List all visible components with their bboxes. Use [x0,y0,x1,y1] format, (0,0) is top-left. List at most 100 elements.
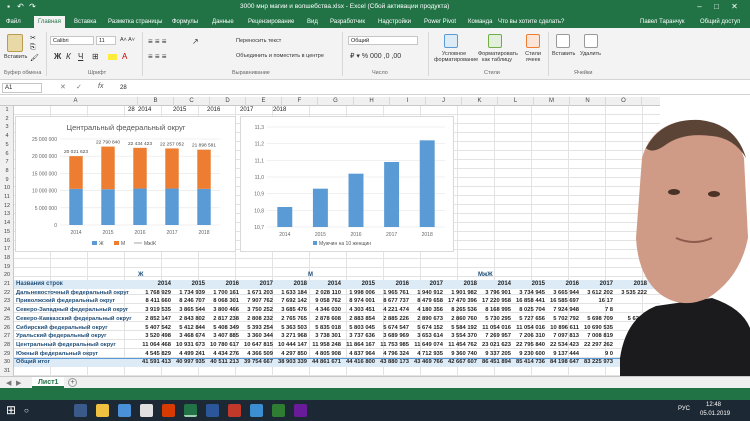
pivot-value-cell[interactable]: 7 8 [580,306,613,315]
pivot-value-cell[interactable]: 1 700 161 [206,289,239,298]
search-icon[interactable]: ○ [24,406,29,415]
pivot-value-cell[interactable]: 8 025 704 [512,306,545,315]
close-icon[interactable]: ✕ [730,2,739,11]
scroll-right-icon[interactable]: ▶ [16,379,21,387]
pivot-value-cell[interactable]: 4 499 241 [172,350,205,359]
pivot-value-cell[interactable]: 4 221 474 [376,306,409,315]
pivot-value-cell[interactable]: 3 407 885 [206,332,239,341]
pivot-value-cell[interactable]: 1 901 982 [444,289,477,298]
pivot-value-cell[interactable]: 3 360 344 [240,332,273,341]
pivot-value-cell[interactable]: 10 780 617 [206,341,239,350]
pivot-value-cell[interactable]: 22 297 262 [580,341,613,350]
pivot-value-cell[interactable]: 3 737 636 [342,332,375,341]
pivot-value-cell[interactable]: 10 896 611 [546,324,579,333]
pivot-value-cell[interactable]: 5 674 547 [376,324,409,333]
pivot-value-cell[interactable]: 38 903 339 [274,358,307,367]
maximize-icon[interactable]: □ [712,2,721,11]
pivot-value-cell[interactable]: 4 434 276 [206,350,239,359]
pivot-value-cell[interactable]: 42 667 607 [444,358,477,367]
pivot-value-cell[interactable]: 41 591 413 [138,358,171,367]
pivot-value-cell[interactable]: 4 805 908 [308,350,341,359]
word-icon[interactable] [206,404,219,417]
pivot-value-cell[interactable]: 5 584 192 [444,324,477,333]
pivot-value-cell[interactable]: 2 808 232 [240,315,273,324]
app-icon[interactable] [228,404,241,417]
pivot-value-cell[interactable]: 5 393 254 [240,324,273,333]
pivot-value-cell[interactable]: 2 843 802 [172,315,205,324]
pivot-value-cell[interactable]: 2 817 238 [206,315,239,324]
pivot-value-cell[interactable]: 8 246 707 [172,297,205,306]
pivot-value-cell[interactable]: 11 054 016 [512,324,545,333]
pivot-value-cell[interactable]: 3 689 969 [376,332,409,341]
pivot-value-cell[interactable]: 3 665 944 [546,289,579,298]
pivot-value-cell[interactable]: 8 068 301 [206,297,239,306]
pivot-value-cell[interactable]: 8 168 995 [478,306,511,315]
pivot-value-cell[interactable]: 3 612 202 [580,289,613,298]
pivot-value-cell[interactable]: 3 738 301 [308,332,341,341]
pivot-row-label[interactable]: Северо-Кавказский федеральный округ [16,315,138,324]
pivot-value-cell[interactable]: 7 692 142 [274,297,307,306]
pivot-value-cell[interactable]: 8 974 001 [342,297,375,306]
pivot-value-cell[interactable]: 1 965 761 [376,289,409,298]
pivot-value-cell[interactable]: 5 674 152 [410,324,443,333]
pivot-value-cell[interactable]: 5 408 349 [206,324,239,333]
pivot-value-cell[interactable]: 5 803 045 [342,324,375,333]
pivot-value-cell[interactable]: 7 206 310 [512,332,545,341]
pivot-value-cell[interactable]: 16 585 697 [546,297,579,306]
pivot-value-cell[interactable]: 2 890 673 [410,315,443,324]
pivot-row-label[interactable]: Уральский федеральный округ [16,332,138,341]
pivot-value-cell[interactable]: 22 534 423 [546,341,579,350]
pivot-value-cell[interactable]: 2 885 226 [376,315,409,324]
pivot-value-cell[interactable]: 4 545 829 [138,350,171,359]
pivot-value-cell[interactable]: 8 677 737 [376,297,409,306]
pivot-value-cell[interactable]: 5 363 503 [274,324,307,333]
pivot-value-cell[interactable]: 2 028 110 [308,289,341,298]
pivot-value-cell[interactable]: 8 411 660 [138,297,171,306]
app-icon[interactable] [272,404,285,417]
pivot-value-cell[interactable]: 9 230 600 [512,350,545,359]
pivot-value-cell[interactable]: 1 671 203 [240,289,273,298]
pivot-value-cell[interactable]: 9 058 762 [308,297,341,306]
pivot-value-cell[interactable]: 4 837 964 [342,350,375,359]
pivot-value-cell[interactable]: 9 0 [580,350,613,359]
pivot-value-cell[interactable]: 44 861 671 [308,358,341,367]
taskview-icon[interactable] [74,404,87,417]
pivot-value-cell[interactable]: 4 303 451 [342,306,375,315]
pivot-value-cell[interactable]: 17 220 958 [478,297,511,306]
pivot-value-cell[interactable]: 10 647 815 [240,341,273,350]
pivot-value-cell[interactable]: 16 17 [580,297,613,306]
pivot-value-cell[interactable]: 8 479 658 [410,297,443,306]
pivot-value-cell[interactable]: 1 734 939 [172,289,205,298]
explorer-icon[interactable] [96,404,109,417]
pivot-value-cell[interactable]: 10 444 147 [274,341,307,350]
pivot-row-label[interactable]: Северо-Западный федеральный округ [16,306,138,315]
pivot-value-cell[interactable]: 4 796 324 [376,350,409,359]
pivot-value-cell[interactable]: 5 698 709 [580,315,613,324]
pivot-value-cell[interactable]: 1 633 184 [274,289,307,298]
pivot-value-cell[interactable]: 11 454 762 [444,341,477,350]
pivot-value-cell[interactable]: 7 269 957 [478,332,511,341]
pivot-value-cell[interactable]: 2 852 147 [138,315,171,324]
pivot-value-cell[interactable]: 2 860 760 [444,315,477,324]
pivot-value-cell[interactable]: 3 919 535 [138,306,171,315]
pivot-value-cell[interactable]: 4 366 509 [240,350,273,359]
app-icon[interactable] [294,404,307,417]
pivot-value-cell[interactable]: 2 765 765 [274,315,307,324]
pivot-value-cell[interactable]: 85 414 736 [512,358,545,367]
pivot-value-cell[interactable]: 3 554 370 [444,332,477,341]
minimize-icon[interactable]: – [695,2,704,11]
pivot-value-cell[interactable]: 3 800 466 [206,306,239,315]
pivot-value-cell[interactable]: 5 727 656 [512,315,545,324]
pivot-value-cell[interactable]: 5 730 295 [478,315,511,324]
pivot-value-cell[interactable]: 1 998 006 [342,289,375,298]
pivot-value-cell[interactable]: 11 958 248 [308,341,341,350]
pivot-value-cell[interactable]: 3 796 901 [478,289,511,298]
pivot-value-cell[interactable]: 4 180 356 [410,306,443,315]
pivot-row-label[interactable]: Центральный федеральный округ [16,341,138,350]
pivot-row-label[interactable]: Южный федеральный округ [16,350,138,359]
pivot-value-cell[interactable]: 86 451 894 [478,358,511,367]
pivot-value-cell[interactable]: 3 865 544 [172,306,205,315]
pivot-value-cell[interactable]: 7 924 948 [546,306,579,315]
pivot-value-cell[interactable]: 10 690 535 [580,324,613,333]
browser-icon[interactable] [118,404,131,417]
